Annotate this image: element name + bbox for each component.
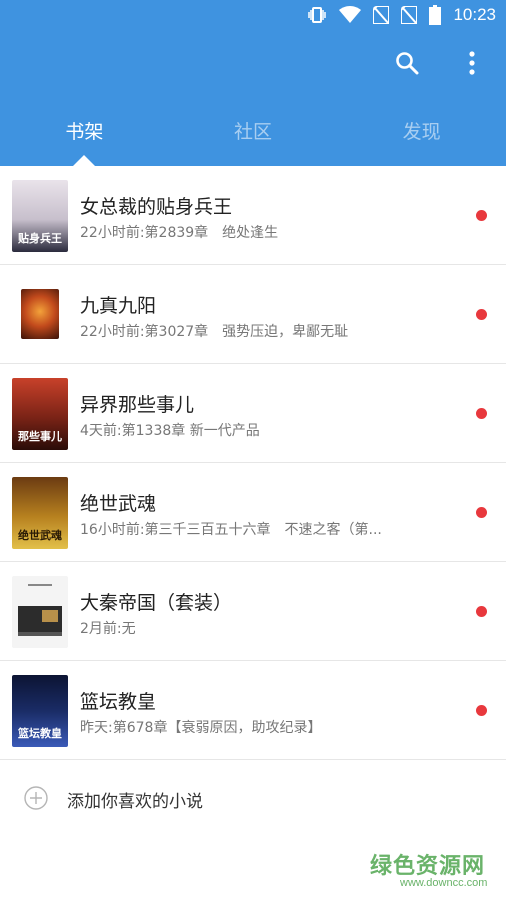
book-latest-chapter: 昨天:第678章【衰弱原因，助攻纪录】 [80,720,322,736]
book-cover [21,289,59,339]
unread-dot [476,309,487,320]
book-cover: 篮坛教皇 [12,675,68,747]
unread-dot [476,705,487,716]
book-cover: 那些事儿 [12,378,68,450]
no-sim-icon-2 [401,6,418,24]
book-title: 异界那些事儿 [80,394,195,416]
more-options-icon[interactable] [458,48,486,78]
cover-title: 篮坛教皇 [18,727,62,740]
active-tab-indicator [73,155,96,166]
battery-icon [429,5,442,25]
tab-discover[interactable]: 发现 [337,114,506,166]
tab-community[interactable]: 社区 [169,114,338,166]
tab-bookshelf[interactable]: 书架 [0,114,169,166]
add-novel-label: 添加你喜欢的小说 [67,792,203,812]
tab-bar: 书架 社区 发现 [0,114,506,166]
book-latest-chapter: 22小时前:第2839章 绝处逢生 [80,225,279,241]
book-latest-chapter: 4天前:第1338章 新一代产品 [80,423,260,439]
book-row[interactable]: 绝世武魂 绝世武魂 16小时前:第三千三百五十六章 不速之客（第... [0,463,506,562]
no-sim-icon [373,6,390,24]
unread-dot [476,408,487,419]
add-novel-button[interactable]: 添加你喜欢的小说 [0,760,506,836]
tab-label: 书架 [65,121,104,143]
bookshelf-list: 贴身兵王 女总裁的贴身兵王 22小时前:第2839章 绝处逢生 九真九阳 22小… [0,166,506,760]
book-row[interactable]: 贴身兵王 女总裁的贴身兵王 22小时前:第2839章 绝处逢生 [0,166,506,265]
unread-dot [476,606,487,617]
book-title: 女总裁的贴身兵王 [80,196,233,218]
book-title: 篮坛教皇 [80,691,157,713]
watermark-text: 绿色资源网 [370,854,486,879]
book-title: 九真九阳 [80,295,157,317]
search-icon[interactable] [392,48,422,78]
book-title: 大秦帝国（套装） [80,592,233,614]
book-title: 绝世武魂 [80,493,157,515]
book-cover [12,576,68,648]
unread-dot [476,507,487,518]
book-cover: 贴身兵王 [12,180,68,252]
clock: 10:23 [453,5,496,24]
wifi-icon [339,6,362,24]
book-row[interactable]: 那些事儿 异界那些事儿 4天前:第1338章 新一代产品 [0,364,506,463]
book-latest-chapter: 16小时前:第三千三百五十六章 不速之客（第... [80,522,382,538]
tab-label: 社区 [234,121,273,143]
app-bar: 书架 社区 发现 [0,30,506,166]
book-row[interactable]: 篮坛教皇 篮坛教皇 昨天:第678章【衰弱原因，助攻纪录】 [0,661,506,760]
vibrate-icon [307,5,327,25]
cover-title: 那些事儿 [18,430,62,443]
status-bar: 10:23 [0,0,506,30]
plus-circle-icon [24,786,48,810]
book-latest-chapter: 22小时前:第3027章 强势压迫，卑鄙无耻 [80,324,349,340]
box-set-illustration [18,584,62,636]
cover-title: 绝世武魂 [18,529,62,542]
book-row[interactable]: 大秦帝国（套装） 2月前:无 [0,562,506,661]
unread-dot [476,210,487,221]
book-cover: 绝世武魂 [12,477,68,549]
tab-label: 发现 [402,121,441,143]
cover-title: 贴身兵王 [18,232,62,245]
watermark-url: www.downcc.com [400,877,488,889]
book-latest-chapter: 2月前:无 [80,621,136,637]
book-row[interactable]: 九真九阳 22小时前:第3027章 强势压迫，卑鄙无耻 [0,265,506,364]
